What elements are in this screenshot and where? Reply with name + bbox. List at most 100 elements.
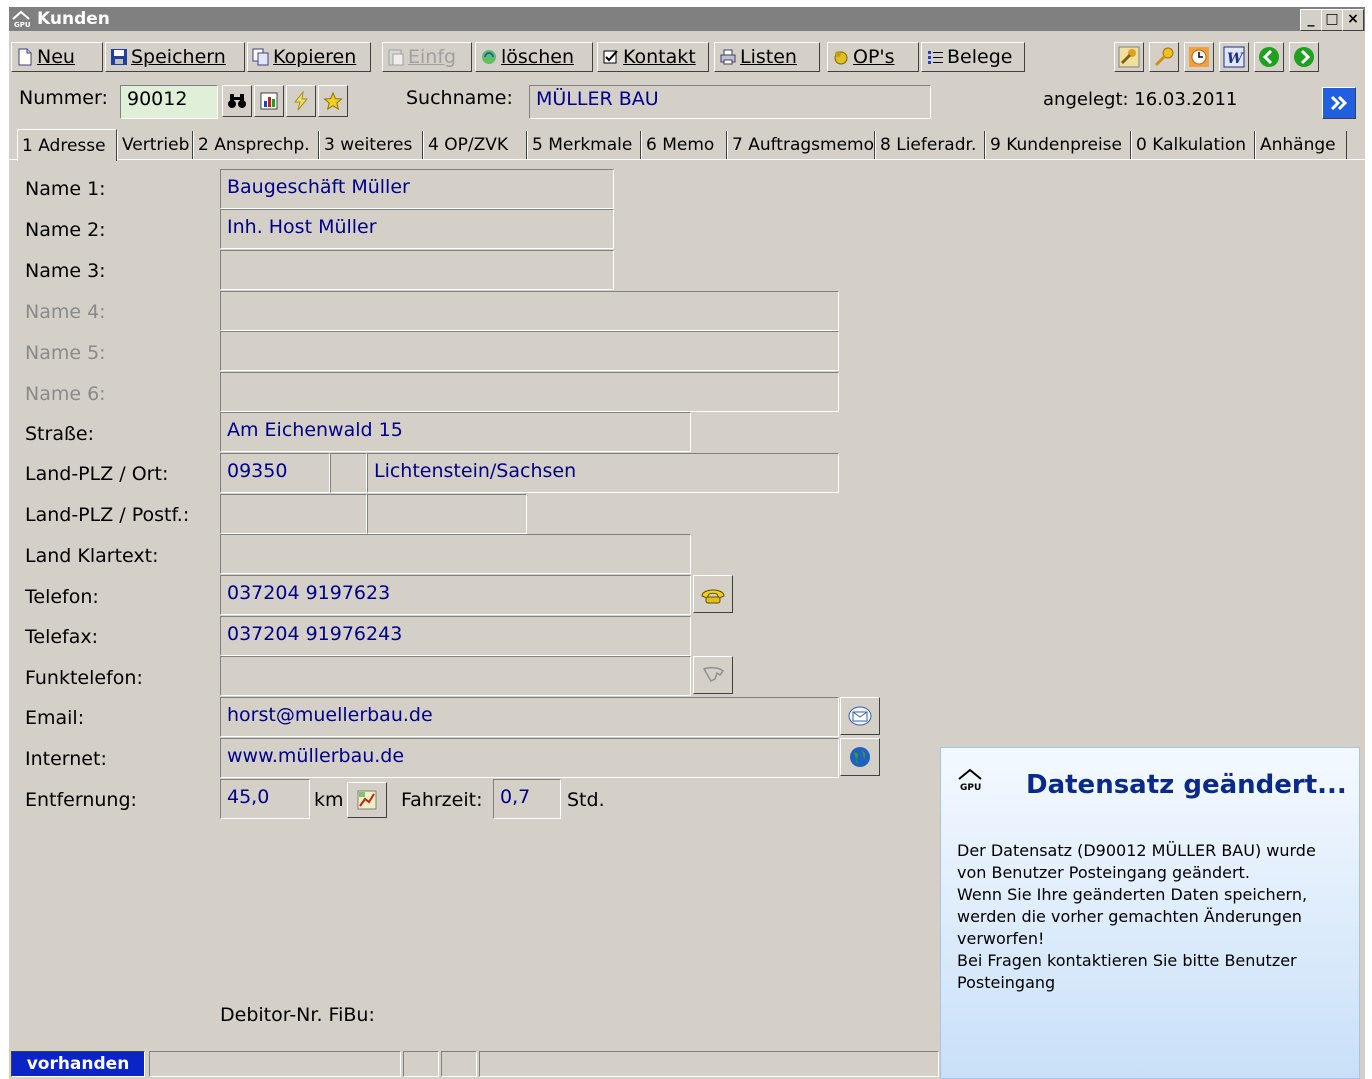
street-label: Straße: [25,423,95,445]
ops-button[interactable]: OP's [827,42,919,72]
expand-button[interactable] [1322,87,1356,119]
binoculars-icon [228,94,246,108]
tab-auftragsmemo[interactable]: 7 Auftragsmemo [727,131,875,159]
tab-weiteres[interactable]: 3 weiteres [319,131,423,159]
internet-input[interactable]: www.müllerbau.de [220,738,839,778]
notification-line: verworfen! [957,929,1045,948]
tab-merkmale[interactable]: 5 Merkmale [527,131,641,159]
postbox-plz-input[interactable] [220,494,367,534]
number-input[interactable]: 90012 [120,85,218,119]
plz-suffix-input[interactable] [330,453,367,493]
notification-line: werden die vorher gemachten Änderungen [957,907,1302,926]
email-label: Email: [25,707,85,729]
svg-text:GPU: GPU [14,21,30,28]
dial-phone-button[interactable] [693,575,733,613]
tab-op-zvk[interactable]: 4 OP/ZVK [423,131,527,159]
documents-button[interactable]: Belege [921,42,1025,72]
printer-icon [720,49,736,65]
main-toolbar: Neu Speichern Kopieren Einfg löschen Kon… [9,42,1365,76]
send-email-button[interactable] [840,697,880,735]
save-button[interactable]: Speichern [105,42,245,72]
notification-body: Der Datensatz (D90012 MÜLLER BAU) wurde … [957,840,1347,994]
delete-button[interactable]: löschen [475,42,593,72]
open-website-button[interactable] [840,738,880,776]
chart-preview-icon [260,92,278,110]
word-button[interactable]: W [1219,42,1249,72]
gpu-logo-icon: GPU [12,10,30,28]
tab-kundenpreise[interactable]: 9 Kundenpreise [985,131,1131,159]
preview-button[interactable] [254,85,284,117]
debitor-label: Debitor-Nr. FiBu: [220,1004,375,1026]
forward-button[interactable] [1289,42,1319,72]
mobile-input[interactable] [220,656,691,696]
insert-button[interactable]: Einfg [382,42,472,72]
status-panel-1 [149,1051,401,1077]
name2-label: Name 2: [25,219,106,241]
back-button[interactable] [1254,42,1284,72]
name4-input[interactable] [220,291,839,331]
save-disk-icon [111,49,127,65]
envelope-icon [848,706,872,726]
favorite-button[interactable] [318,85,348,117]
name2-input[interactable]: Inh. Host Müller [220,209,614,249]
created-date: angelegt: 16.03.2011 [1043,89,1238,110]
city-input[interactable]: Lichtenstein/Sachsen [367,453,839,493]
name3-input[interactable] [220,250,614,290]
route-map-button[interactable] [347,782,387,818]
name6-input[interactable] [220,372,839,412]
copy-icon [252,48,269,66]
clock-icon [1189,47,1209,67]
tab-strip: 1 Adresse Vertrieb 2 Ansprechp. 3 weiter… [9,129,1365,161]
minimize-button[interactable]: _ [1300,9,1322,31]
checkbox-edit-icon [603,50,618,64]
record-changed-notification[interactable]: GPU Datensatz geändert... Der Datensatz … [940,747,1360,1079]
tab-anhaenge[interactable]: Anhänge [1255,131,1347,159]
dial-mobile-button[interactable] [693,656,733,694]
km-unit: km [314,789,344,811]
email-input[interactable]: horst@muellerbau.de [220,697,839,737]
close-button[interactable]: × [1342,9,1364,31]
copy-label: Kopieren [273,46,357,68]
postbox-input[interactable] [367,494,527,534]
tab-memo[interactable]: 6 Memo [641,131,727,159]
tab-ansprechpartner[interactable]: 2 Ansprechp. [193,131,319,159]
svg-text:GPU: GPU [960,783,981,792]
name1-input[interactable]: Baugeschäft Müller [220,169,614,209]
travel-time-input[interactable]: 0,7 [493,779,561,819]
key-edit-button[interactable] [1114,42,1144,72]
plz-input[interactable]: 09350 [220,453,330,493]
fax-input[interactable]: 037204 91976243 [220,616,691,656]
delete-label: löschen [501,46,575,68]
new-label: Neu [37,46,75,68]
copy-button[interactable]: Kopieren [247,42,371,72]
contact-label: Kontakt [623,46,696,68]
key-button[interactable] [1149,42,1179,72]
fax-label: Telefax: [25,626,99,648]
country-text-input[interactable] [220,534,691,574]
lightning-button[interactable] [286,85,316,117]
clock-button[interactable] [1184,42,1214,72]
tab-kalkulation[interactable]: 0 Kalkulation [1131,131,1255,159]
country-text-label: Land Klartext: [25,545,159,567]
postbox-label: Land-PLZ / Postf.: [25,504,190,526]
phone-input[interactable]: 037204 9197623 [220,575,691,615]
name5-input[interactable] [220,331,839,371]
new-button[interactable]: Neu [11,42,103,72]
tab-lieferadresse[interactable]: 8 Lieferadr. [875,131,985,159]
plz-city-label: Land-PLZ / Ort: [25,463,169,485]
tab-vertrieb[interactable]: Vertrieb [117,131,193,159]
searchname-input[interactable]: MÜLLER BAU [529,85,931,119]
star-icon [323,91,343,111]
name6-label: Name 6: [25,383,106,405]
distance-input[interactable]: 45,0 [220,779,310,819]
street-input[interactable]: Am Eichenwald 15 [220,412,691,452]
search-button[interactable] [222,85,252,117]
tab-adresse[interactable]: 1 Adresse [17,129,117,161]
contact-button[interactable]: Kontakt [597,42,709,72]
title-bar[interactable]: GPU Kunden _ □ × [9,7,1365,31]
ops-label: OP's [853,46,895,68]
lists-button[interactable]: Listen [714,42,820,72]
searchname-label: Suchname: [406,87,513,109]
key-icon [1118,46,1140,68]
maximize-button[interactable]: □ [1321,9,1343,31]
